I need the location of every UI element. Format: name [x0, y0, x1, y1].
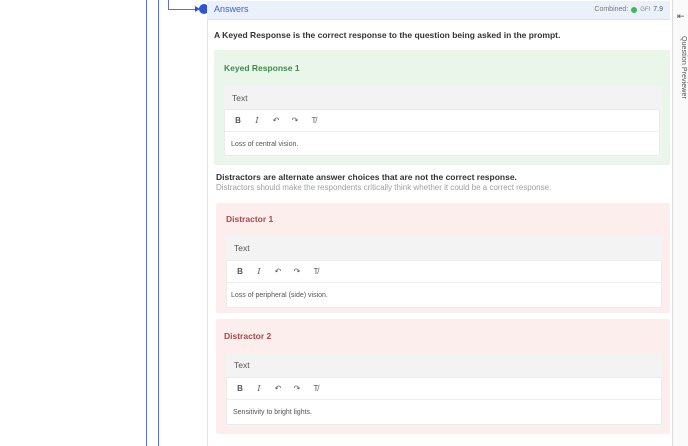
- clear-format-icon[interactable]: T̸: [309, 116, 319, 126]
- italic-icon[interactable]: I: [252, 116, 262, 126]
- keyed-response-intro: A Keyed Response is the correct response…: [214, 30, 561, 40]
- editor-toolbar: B I ↶ ↷ T̸: [227, 261, 661, 283]
- tree-line-outer: [146, 0, 147, 446]
- clear-format-icon[interactable]: T̸: [311, 384, 321, 394]
- distractor-title: Distractor 2: [224, 331, 272, 341]
- distractor-field-label: Text: [234, 243, 250, 253]
- keyed-response-field-label: Text: [232, 93, 248, 103]
- distractor-content[interactable]: Loss of peripheral (side) vision.: [231, 292, 328, 299]
- tree-line-inner: [158, 0, 159, 446]
- tree-line-branch: [168, 0, 169, 9]
- distractors-heading: Distractors are alternate answer choices…: [216, 172, 517, 182]
- distractor-field-label: Text: [234, 360, 250, 370]
- bold-icon[interactable]: B: [235, 267, 245, 277]
- question-editor-view: Answers Combined: GFI 7.9 A Keyed Respon…: [0, 0, 688, 446]
- bold-icon[interactable]: B: [233, 116, 243, 126]
- bold-icon[interactable]: B: [235, 384, 245, 394]
- distractor-editor[interactable]: B I ↶ ↷ T̸ Sensitivity to bright lights.: [226, 377, 662, 425]
- distractor-title: Distractor 1: [226, 214, 274, 224]
- distractor-content[interactable]: Sensitivity to bright lights.: [233, 409, 312, 416]
- question-previewer-label[interactable]: Question Previewer: [680, 36, 687, 99]
- redo-icon[interactable]: ↷: [292, 267, 302, 277]
- distractors-subtext: Distractors should make the respondents …: [216, 183, 552, 192]
- undo-icon[interactable]: ↶: [273, 267, 283, 277]
- italic-icon[interactable]: I: [254, 384, 264, 394]
- answers-title: Answers: [214, 4, 249, 14]
- gfi-label: GFI: [640, 6, 651, 13]
- tree-connector: [168, 9, 196, 10]
- undo-icon[interactable]: ↶: [271, 116, 281, 126]
- editor-toolbar: B I ↶ ↷ T̸: [225, 110, 659, 132]
- clear-format-icon[interactable]: T̸: [311, 267, 321, 277]
- combined-label: Combined:: [594, 6, 629, 13]
- italic-icon[interactable]: I: [254, 267, 264, 277]
- collapse-panel-icon[interactable]: ⇤: [677, 11, 685, 22]
- undo-icon[interactable]: ↶: [273, 384, 283, 394]
- editor-toolbar: B I ↶ ↷ T̸: [227, 378, 661, 400]
- gfi-score: 7.9: [653, 6, 663, 13]
- keyed-response-title: Keyed Response 1: [224, 63, 300, 73]
- combined-score: Combined: GFI 7.9: [594, 6, 663, 13]
- redo-icon[interactable]: ↷: [292, 384, 302, 394]
- status-dot-icon: [631, 6, 638, 13]
- keyed-response-editor[interactable]: B I ↶ ↷ T̸ Loss of central vision.: [224, 109, 660, 156]
- answers-header[interactable]: Answers Combined: GFI 7.9: [207, 1, 670, 20]
- distractor-editor[interactable]: B I ↶ ↷ T̸ Loss of peripheral (side) vis…: [226, 260, 662, 308]
- keyed-response-content[interactable]: Loss of central vision.: [231, 141, 298, 148]
- redo-icon[interactable]: ↷: [290, 116, 300, 126]
